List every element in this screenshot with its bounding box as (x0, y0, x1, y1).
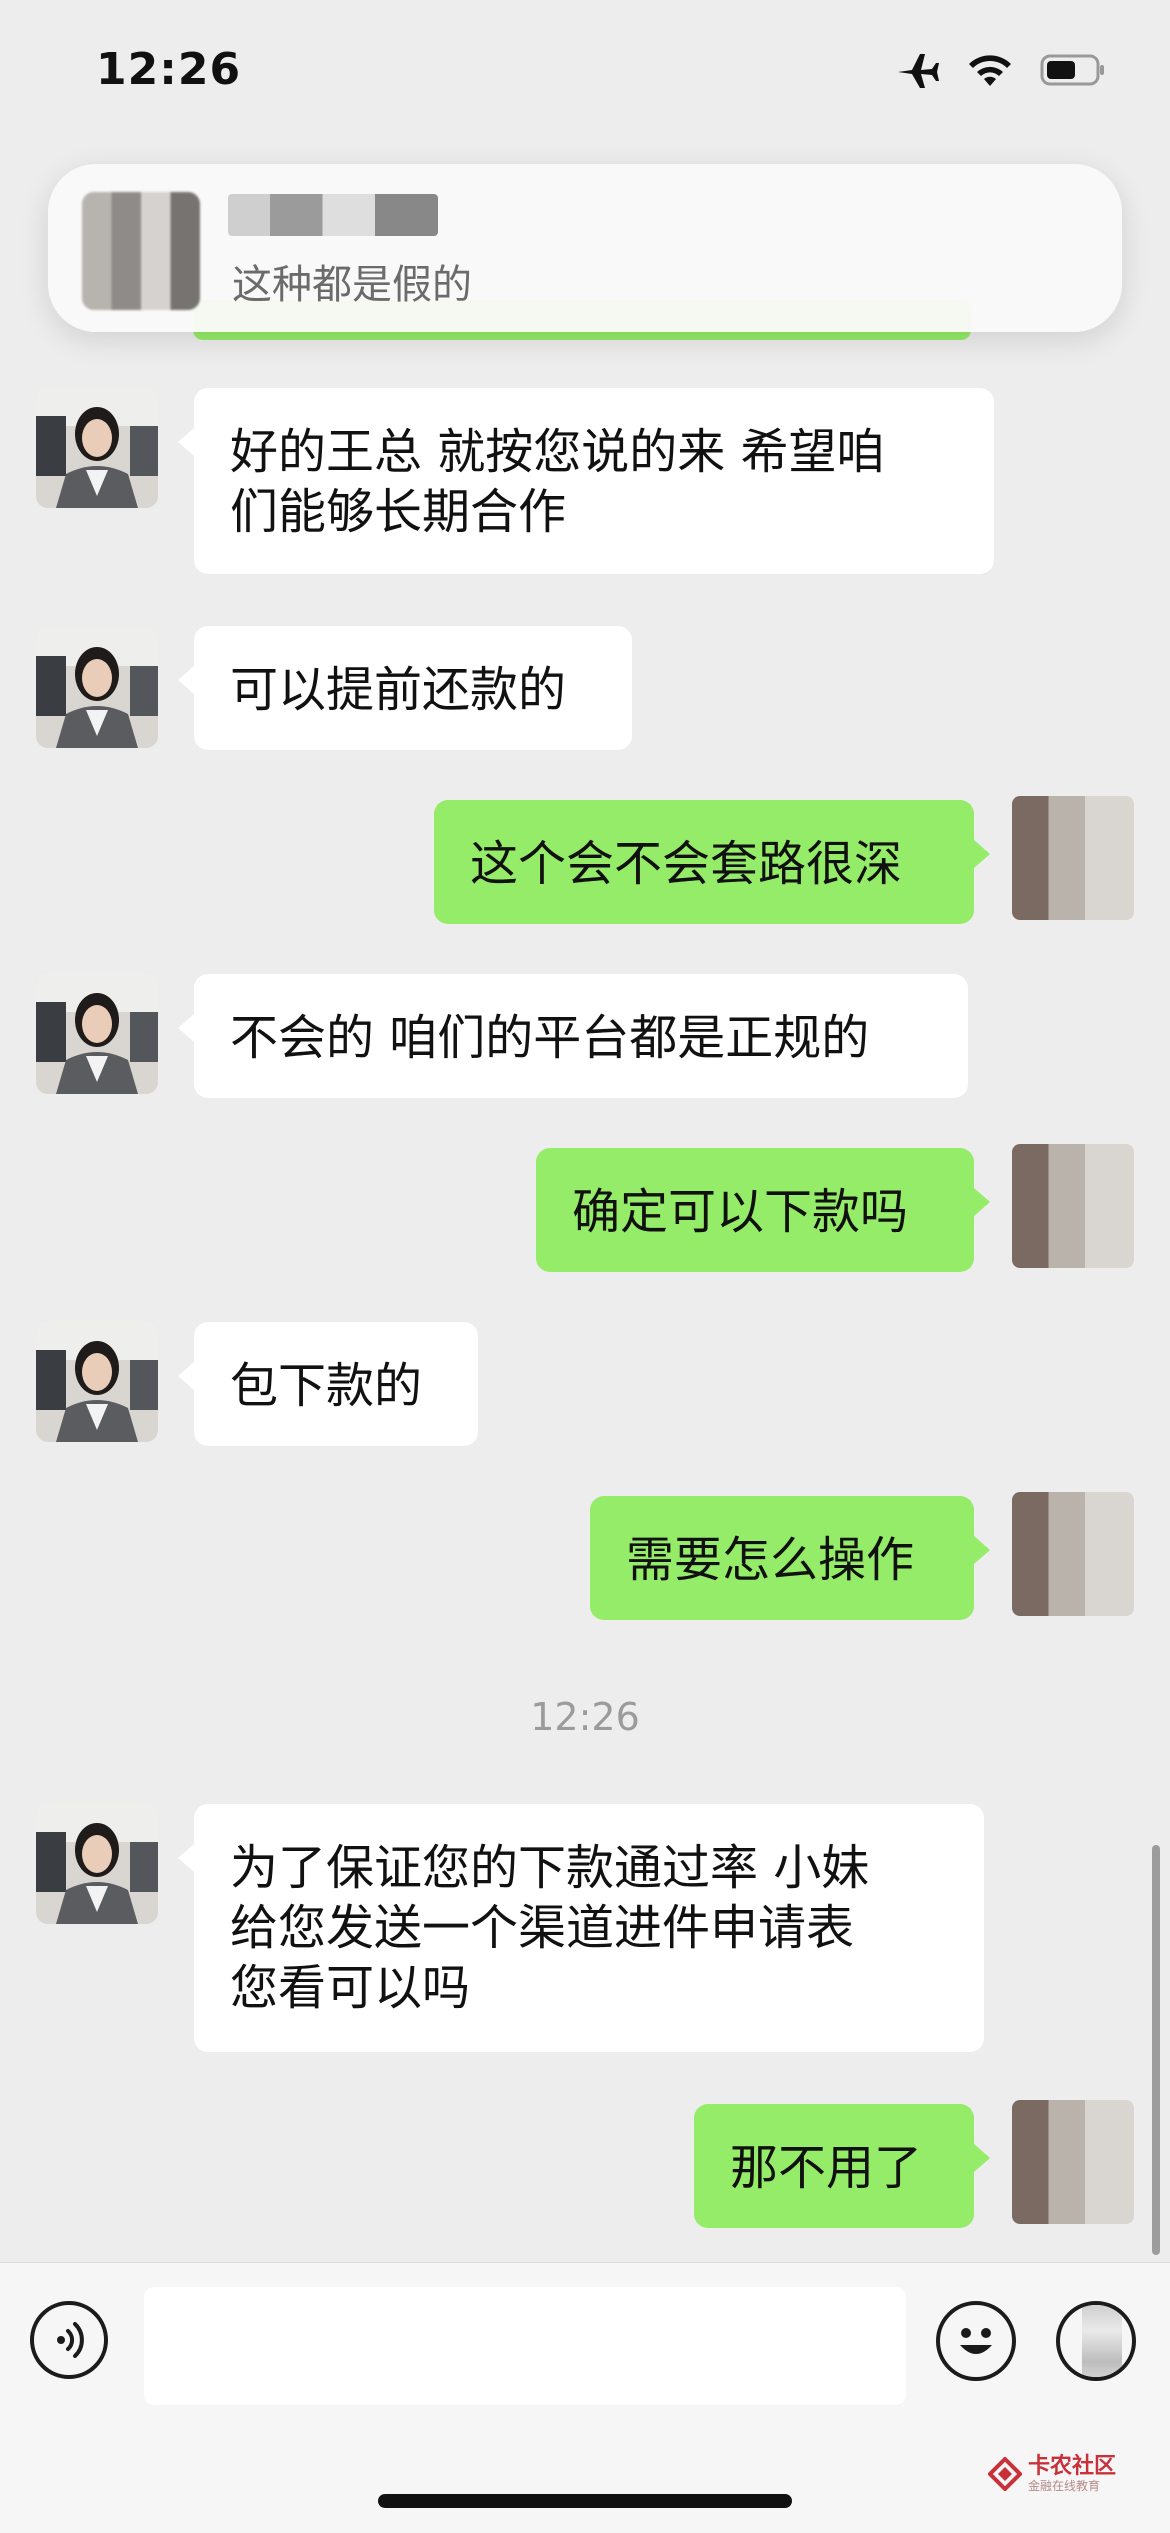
more-options-button[interactable] (1056, 2301, 1136, 2381)
message-bubble-left[interactable]: 包下款的 (178, 1322, 478, 1446)
message-text-line: 您看可以吗 (230, 1960, 471, 2016)
message-timestamp: 12:26 (530, 1695, 640, 1739)
contact-avatar[interactable] (36, 1320, 158, 1442)
watermark: 卡农社区 金融在线教育 (987, 2454, 1117, 2493)
status-bar: 12:26 (0, 0, 1170, 150)
my-avatar[interactable] (1012, 1492, 1134, 1616)
message-text-line: 可以提前还款的 (230, 662, 567, 718)
message-text-line: 好的王总 就按您说的来 希望咱 (230, 424, 885, 480)
contact-avatar[interactable] (36, 386, 158, 508)
watermark-subtitle: 金融在线教育 (1028, 2479, 1101, 2493)
message-text-line: 为了保证您的下款通过率 小妹 (230, 1840, 870, 1896)
message-bubble-left[interactable]: 不会的 咱们的平台都是正规的 (178, 974, 968, 1098)
notification-banner[interactable]: 这种都是假的 (48, 164, 1122, 332)
message-bubble-right[interactable]: 确定可以下款吗 (536, 1148, 990, 1272)
message-bubble-right[interactable]: 那不用了 (694, 2104, 990, 2228)
message-text-line: 这个会不会套路很深 (470, 836, 903, 892)
message-text-line: 包下款的 (230, 1358, 423, 1414)
scrollbar[interactable] (1152, 1845, 1160, 2255)
my-avatar[interactable] (1012, 2100, 1134, 2224)
message-text-line: 们能够长期合作 (230, 484, 567, 540)
my-avatar[interactable] (1012, 796, 1134, 920)
voice-icon (57, 2322, 84, 2358)
wifi-icon (969, 55, 1011, 86)
portrait-image (36, 626, 158, 748)
voice-input-button[interactable] (30, 2301, 108, 2379)
notification-sender-name (228, 194, 438, 236)
message-input[interactable] (144, 2287, 906, 2405)
contact-avatar[interactable] (36, 626, 158, 748)
message-text-line: 不会的 咱们的平台都是正规的 (230, 1010, 870, 1066)
portrait-image (36, 1802, 158, 1924)
message-bubble-left[interactable]: 好的王总 就按您说的来 希望咱 们能够长期合作 (178, 388, 994, 574)
home-indicator[interactable] (378, 2494, 792, 2508)
notification-avatar (82, 192, 200, 310)
message-text-line: 那不用了 (730, 2140, 923, 2196)
status-icons (894, 50, 1106, 90)
message-bubble-right[interactable]: 这个会不会套路很深 (434, 800, 990, 924)
emoji-icon (960, 2328, 992, 2354)
contact-avatar[interactable] (36, 1802, 158, 1924)
message-bubble-left[interactable]: 为了保证您的下款通过率 小妹 给您发送一个渠道进件申请表 您看可以吗 (178, 1804, 984, 2052)
notification-preview-text: 这种都是假的 (232, 262, 472, 308)
watermark-title: 卡农社区 (1028, 2454, 1117, 2479)
message-bubble-left[interactable]: 可以提前还款的 (178, 626, 632, 750)
watermark-logo-icon (987, 2456, 1023, 2492)
message-text-line: 确定可以下款吗 (572, 1184, 909, 1240)
portrait-image (36, 386, 158, 508)
portrait-image (36, 972, 158, 1094)
battery-icon (1040, 54, 1104, 86)
status-time: 12:26 (96, 44, 242, 95)
message-text-line: 需要怎么操作 (626, 1532, 915, 1588)
portrait-image (36, 1320, 158, 1442)
plus-icon (1082, 2305, 1122, 2377)
message-bubble-right[interactable]: 需要怎么操作 (590, 1496, 990, 1620)
contact-avatar[interactable] (36, 972, 158, 1094)
emoji-button[interactable] (936, 2301, 1016, 2381)
message-text-line: 给您发送一个渠道进件申请表 (230, 1900, 855, 1956)
my-avatar[interactable] (1012, 1144, 1134, 1268)
airplane-icon (898, 54, 939, 88)
